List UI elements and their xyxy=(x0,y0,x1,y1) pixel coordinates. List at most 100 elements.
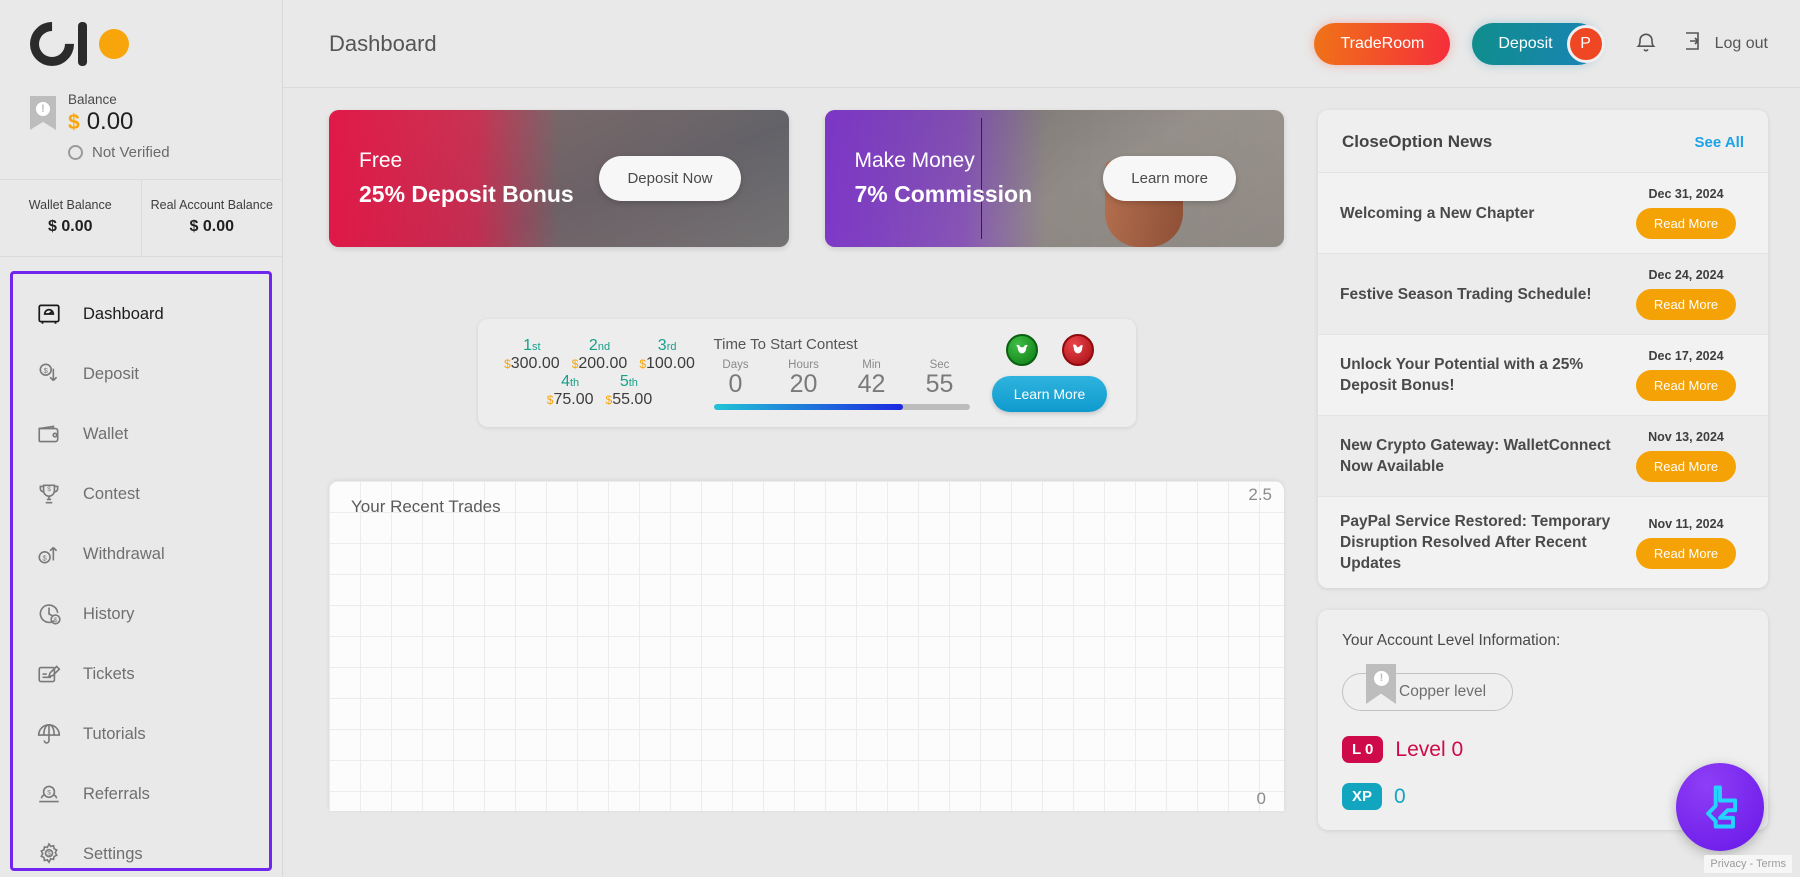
banner-text: Free 25% Deposit Bonus xyxy=(329,149,574,208)
sidebar-item-deposit[interactable]: $ Deposit xyxy=(13,344,269,404)
sidebar-item-label: Withdrawal xyxy=(83,544,165,563)
sidebar-item-label: Tickets xyxy=(83,664,135,683)
prize-amount: $55.00 xyxy=(605,391,653,408)
balance-currency: $ xyxy=(68,111,80,134)
notification-bell-icon[interactable] xyxy=(1633,31,1659,57)
sidebar-item-withdrawal[interactable]: $ Withdrawal xyxy=(13,524,269,584)
sidebar-item-label: Dashboard xyxy=(83,304,164,323)
timer-unit-value: 0 xyxy=(728,370,743,398)
contest-prize: 4th $75.00 xyxy=(545,373,596,409)
sidebar-item-referrals[interactable]: $ Referrals xyxy=(13,764,269,824)
news-list-item[interactable]: PayPal Service Restored: Temporary Disru… xyxy=(1318,496,1768,588)
real-account-balance-label: Real Account Balance xyxy=(150,198,273,212)
contest-prize: 2nd $200.00 xyxy=(570,337,630,373)
banner-line1: Make Money xyxy=(854,149,975,172)
news-list-item[interactable]: Festive Season Trading Schedule! Dec 24,… xyxy=(1318,253,1768,334)
page-title: Dashboard xyxy=(329,30,437,56)
contest-prize: 3rd $100.00 xyxy=(637,337,697,373)
prize-amount: $75.00 xyxy=(546,391,594,408)
sidebar-item-settings[interactable]: $ Settings xyxy=(13,824,269,877)
contest-prize-row-top: 1st $300.00 2nd $200.00 3rd $100.00 xyxy=(500,337,700,373)
logo-i-shape xyxy=(78,22,87,66)
level-text: Level 0 xyxy=(1395,737,1464,761)
trade-room-button[interactable]: TradeRoom xyxy=(1314,22,1451,65)
verification-status[interactable]: Not Verified xyxy=(68,144,170,161)
news-item-date: Dec 24, 2024 xyxy=(1648,268,1724,282)
level-badge: L 0 xyxy=(1342,736,1384,763)
read-more-button[interactable]: Read More xyxy=(1635,537,1737,569)
svg-text:$: $ xyxy=(54,617,58,624)
sidebar-item-label: Settings xyxy=(83,844,143,863)
deposit-button-wrap: Deposit P xyxy=(1472,22,1605,65)
sidebar-item-label: Tutorials xyxy=(83,724,146,743)
logout-button[interactable]: Log out xyxy=(1681,29,1768,58)
timer-unit-min: Min 42 xyxy=(850,359,894,397)
news-item-title: Welcoming a New Chapter xyxy=(1340,204,1535,222)
read-more-button[interactable]: Read More xyxy=(1635,370,1737,401)
contest-progress-bar xyxy=(713,404,970,410)
logo-wrap[interactable] xyxy=(0,0,282,92)
prize-rank: 2nd xyxy=(588,337,611,354)
contest-learn-more-button[interactable]: Learn More xyxy=(991,376,1108,412)
news-header: CloseOption News See All xyxy=(1318,110,1768,172)
sidebar-item-tickets[interactable]: Tickets xyxy=(13,644,269,704)
timer-unit-days: Days 0 xyxy=(714,359,758,397)
contest-widget: 1st $300.00 2nd $200.00 3rd $100.00 4th … xyxy=(477,319,1136,427)
withdrawal-icon: $ xyxy=(35,540,63,568)
sidebar-item-history[interactable]: $ History xyxy=(13,584,269,644)
sidebar-item-label: Referrals xyxy=(83,784,150,803)
read-more-button[interactable]: Read More xyxy=(1635,208,1737,239)
see-all-link[interactable]: See All xyxy=(1695,134,1744,151)
banner-line2: 25% Deposit Bonus xyxy=(359,181,574,207)
bear-icon[interactable] xyxy=(1061,334,1094,366)
news-list-item[interactable]: Unlock Your Potential with a 25% Deposit… xyxy=(1318,334,1768,415)
sidebar-nav: Dashboard $ Deposit Wallet $ Contest $ W… xyxy=(10,271,272,871)
news-list-item[interactable]: New Crypto Gateway: WalletConnect Now Av… xyxy=(1318,415,1768,496)
contest-progress-fill xyxy=(713,404,903,410)
news-list-item[interactable]: Welcoming a New Chapter Dec 31, 2024 Rea… xyxy=(1318,172,1768,253)
chat-logo-icon[interactable] xyxy=(1676,763,1764,851)
recent-trades-chart[interactable]: Your Recent Trades 2.5 0 xyxy=(329,481,1284,811)
closeoption-logo[interactable] xyxy=(20,12,282,76)
read-more-button[interactable]: Read More xyxy=(1635,289,1737,320)
contest-prize-row-bottom: 4th $75.00 5th $55.00 xyxy=(500,373,700,409)
promo-banner-commission[interactable]: Make Money 7% Commission Learn more xyxy=(824,110,1284,247)
promo-banner-deposit-bonus[interactable]: Free 25% Deposit Bonus Deposit Now xyxy=(329,110,789,247)
umbrella-icon xyxy=(35,720,63,748)
sidebar-item-wallet[interactable]: Wallet xyxy=(13,404,269,464)
sidebar-item-dashboard[interactable]: Dashboard xyxy=(13,284,269,344)
contest-prize: 1st $300.00 xyxy=(502,337,562,373)
trophy-icon: $ xyxy=(35,480,63,508)
bull-icon[interactable] xyxy=(1005,334,1038,366)
timer-unit-value: 42 xyxy=(857,370,886,398)
topbar-actions: TradeRoom Deposit P Log out xyxy=(1314,22,1768,65)
svg-text:$: $ xyxy=(47,790,51,797)
contest-animal-icons xyxy=(1005,334,1094,366)
news-item-meta: Nov 11, 2024 Read More xyxy=(1626,517,1746,569)
real-account-balance-cell: Real Account Balance $ 0.00 xyxy=(142,180,283,256)
read-more-button[interactable]: Read More xyxy=(1635,451,1737,482)
xp-value: 0 xyxy=(1394,784,1406,808)
balance-block: ! Balance $ 0.00 Not Verified xyxy=(0,92,282,180)
unverified-circle-icon xyxy=(68,145,83,160)
news-item-date: Nov 11, 2024 xyxy=(1648,516,1724,531)
prize-rank: 3rd xyxy=(657,337,677,354)
deposit-icon: $ xyxy=(35,360,63,388)
sidebar-item-tutorials[interactable]: Tutorials xyxy=(13,704,269,764)
real-account-balance-value: $ 0.00 xyxy=(189,218,234,235)
account-level-heading: Your Account Level Information: xyxy=(1342,632,1561,649)
learn-more-banner-button[interactable]: Learn more xyxy=(1103,156,1236,201)
app-root: ! Balance $ 0.00 Not Verified Wallet Bal… xyxy=(0,0,1800,877)
news-item-meta: Dec 31, 2024 Read More xyxy=(1626,187,1746,239)
right-column: CloseOption News See All Welcoming a New… xyxy=(1318,110,1768,877)
privacy-terms-label[interactable]: Privacy - Terms xyxy=(1704,855,1792,873)
copper-level-row: Copper level ! xyxy=(1342,664,1744,716)
avatar[interactable]: P xyxy=(1566,24,1605,63)
deposit-now-button[interactable]: Deposit Now xyxy=(599,156,741,201)
sidebar-item-label: Contest xyxy=(83,484,140,503)
wallet-balance-label: Wallet Balance xyxy=(28,198,112,212)
sidebar-item-contest[interactable]: $ Contest xyxy=(13,464,269,524)
verification-label: Not Verified xyxy=(92,144,170,161)
timer-unit-value: 55 xyxy=(925,370,954,398)
svg-text:$: $ xyxy=(47,851,51,858)
